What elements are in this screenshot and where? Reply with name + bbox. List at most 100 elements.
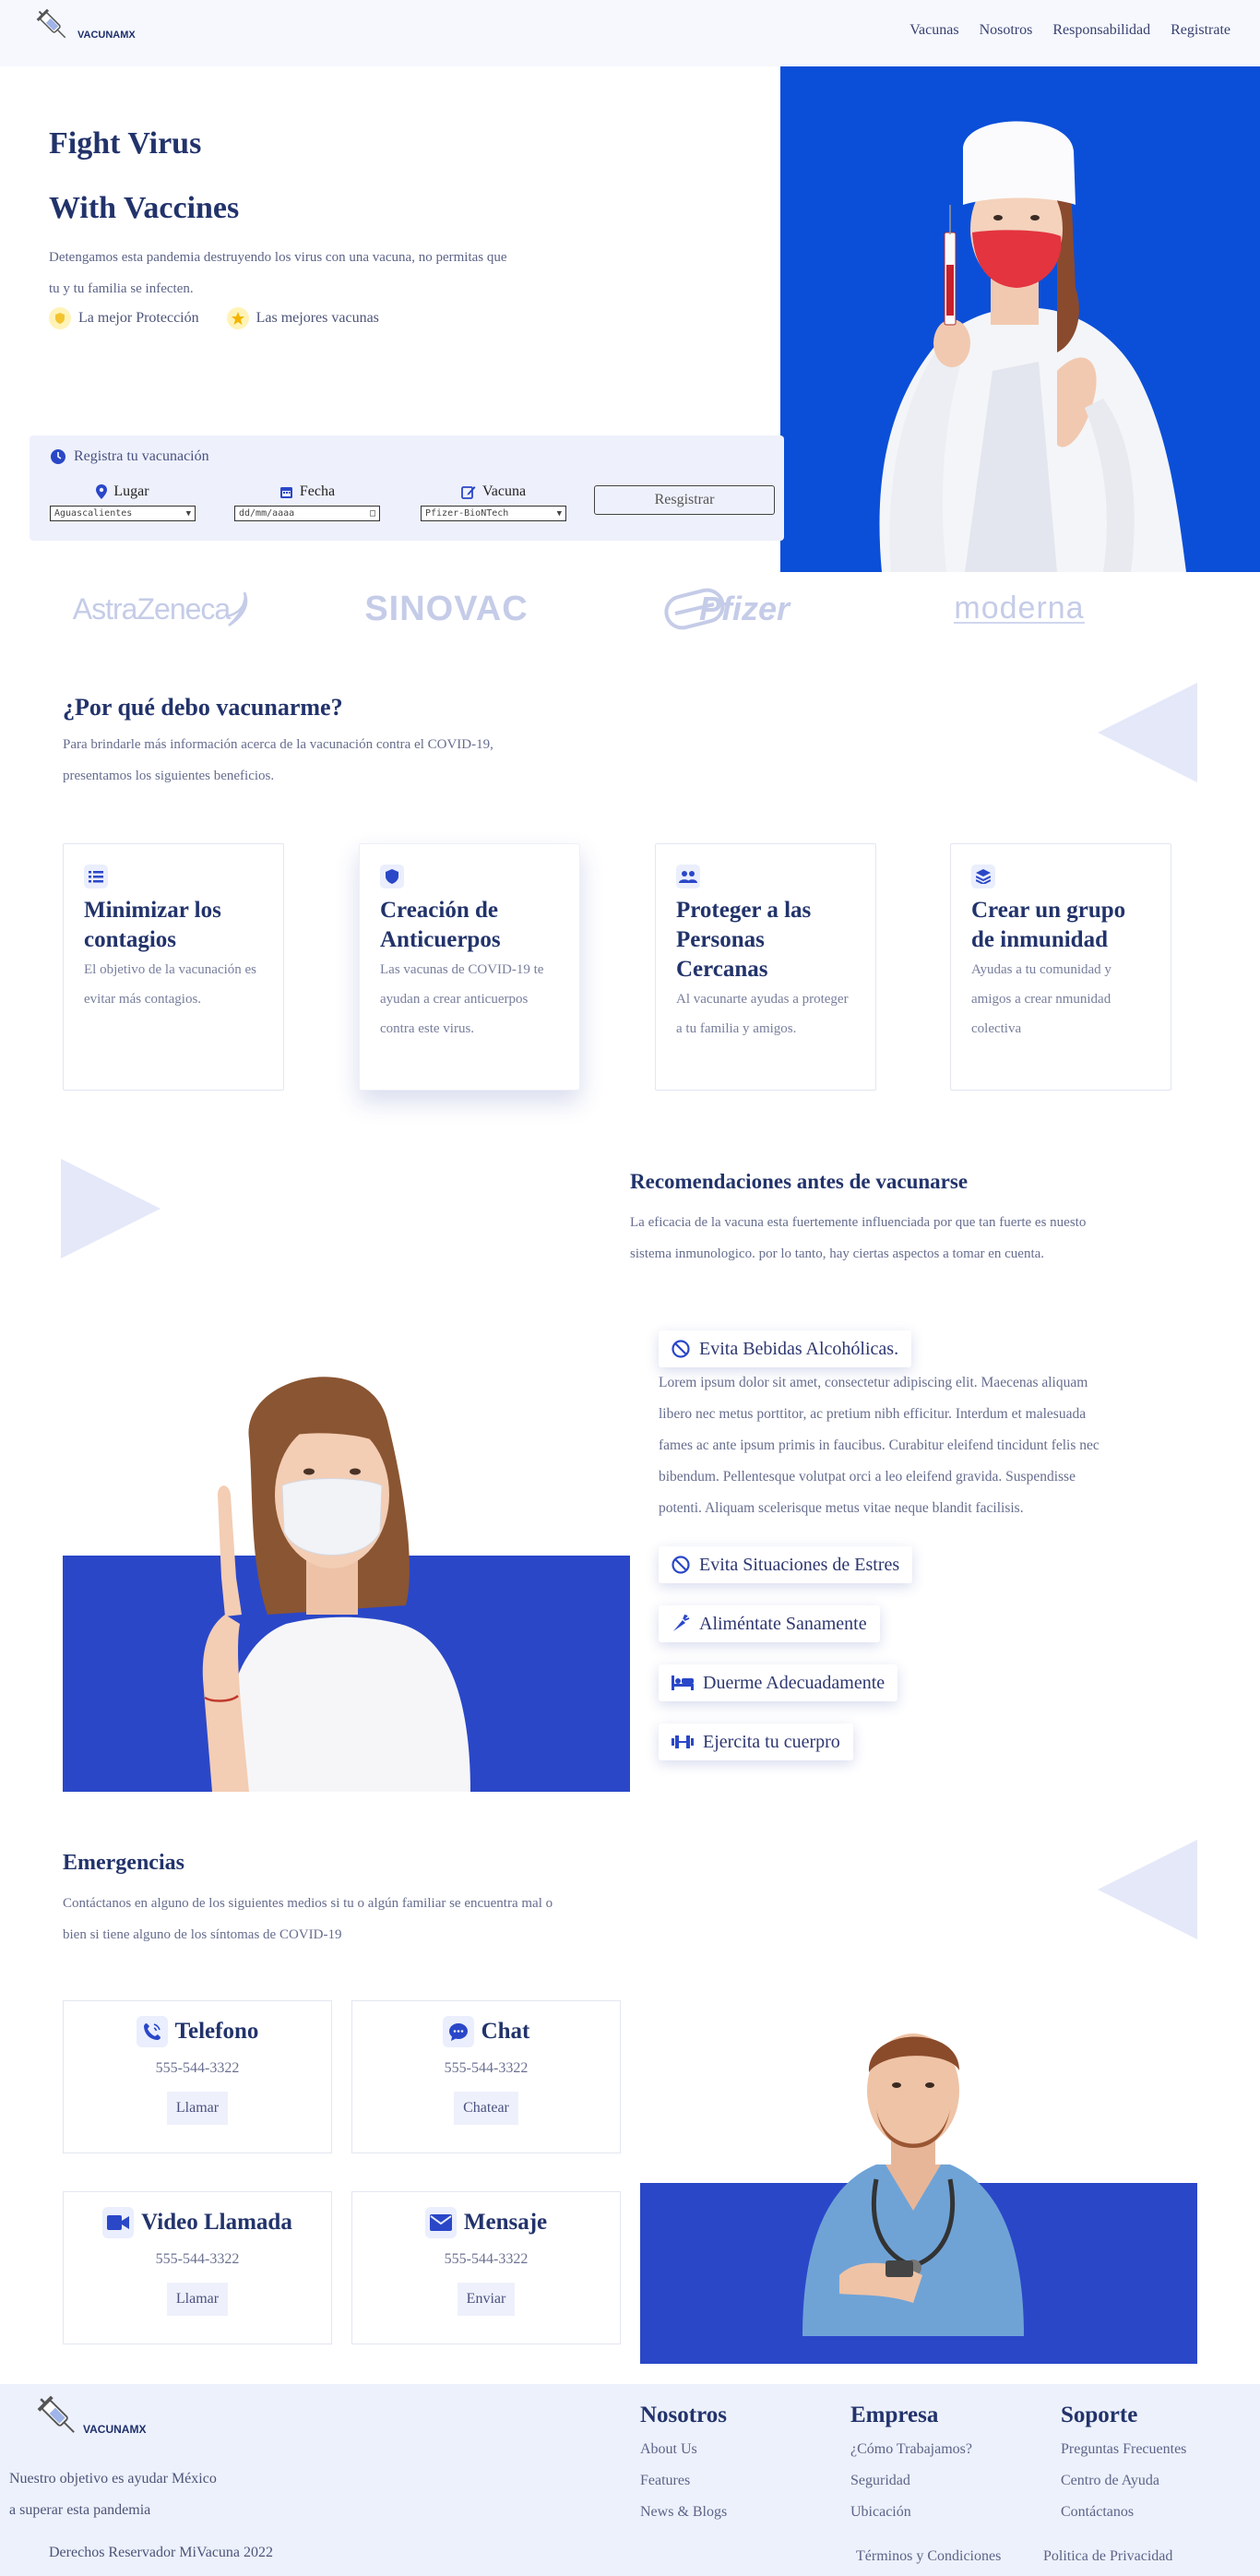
envelope-icon [424,2207,457,2238]
footer-tagline: Nuestro objetivo es ayudar México a supe… [9,2463,217,2526]
shield-icon [49,307,71,329]
footer-brand-logo[interactable]: VACUNAMX [33,2391,146,2443]
top-navigation-bar: VACUNAMX Vacunas Nosotros Responsabilida… [0,0,1260,66]
rec-item-eat-healthy[interactable]: Aliméntate Sanamente [659,1605,880,1642]
nav-link-nosotros[interactable]: Nosotros [980,22,1033,39]
vaccine-select[interactable]: Pfizer-BioNTech ▼ [421,506,566,521]
footer-link-faq[interactable]: Preguntas Frecuentes [1061,2434,1186,2465]
place-field-group: Lugar Aguascalientes ▼ [50,483,196,521]
recs-text-line2: sistema inmunologico. por lo tanto, hay … [630,1246,1045,1261]
rec-body-line: potenti. Aliquam scelerisque metus vitae… [659,1500,1024,1516]
footer-link-about[interactable]: About Us [640,2434,727,2465]
decorative-triangle-left [1098,1840,1197,1939]
emergency-section-text: Contáctanos en alguno de los siguientes … [63,1888,653,1950]
footer-link-security[interactable]: Seguridad [850,2465,972,2497]
benefit-card-antibodies: Creación de Anticuerpos Las vacunas de C… [359,843,580,1091]
contact-card-title: Mensaje [463,2210,548,2235]
booking-title: Registra tu vacunación [74,448,209,464]
chat-button[interactable]: Chatear [454,2092,518,2125]
footer-link-news[interactable]: News & Blogs [640,2497,727,2528]
footer-brand-name: VACUNAMX [83,2423,147,2436]
rec-item-avoid-stress[interactable]: Evita Situaciones de Estres [659,1546,913,1583]
why-section-title: ¿Por qué debo vacunarme? [63,694,343,721]
map-pin-icon [96,484,108,499]
brand-astrazeneca-logo: AstraZeneca [70,572,255,646]
hero-title-line2: With Vaccines [49,191,240,225]
benefit-card-title: Creación de Anticuerpos [380,898,501,952]
main-nav: Vacunas Nosotros Responsabilidad Registr… [909,22,1230,39]
ban-icon [672,1556,690,1574]
brand-pfizer-text: Pfizer [698,590,790,627]
nav-link-responsabilidad[interactable]: Responsabilidad [1052,22,1150,39]
emergency-text-line1: Contáctanos en alguno de los siguientes … [63,1896,553,1911]
syringe-logo-icon [36,8,66,39]
benefit-card-immunity: Crear un grupo de inmunidad Ayudas a tu … [950,843,1171,1091]
syringe-logo-icon [37,2395,75,2433]
rec-body-line: Lorem ipsum dolor sit amet, consectetur … [659,1375,1088,1390]
woman-masked-photo [184,1347,498,1792]
vaccine-select-value: Pfizer-BioNTech [425,508,509,519]
rec-item-exercise[interactable]: Ejercita tu cuerpro [659,1723,853,1760]
clock-icon [51,449,65,464]
place-select[interactable]: Aguascalientes ▼ [50,506,196,521]
footer-column-empresa: Empresa ¿Cómo Trabajamos? Seguridad Ubic… [850,2403,972,2528]
contact-card-header: Mensaje [424,2207,548,2238]
benefit-card-title: Crear un grupo de inmunidad [971,898,1126,952]
benefit-card-title: Minimizar los contagios [84,898,221,952]
rec-item-label: Ejercita tu cuerpro [703,1731,840,1752]
footer-tagline-line1: Nuestro objetivo es ayudar México [9,2471,217,2487]
contact-card-message: Mensaje 555-544-3322 Enviar [351,2191,621,2344]
video-call-button[interactable]: Llamar [166,2283,229,2316]
why-text-line1: Para brindarle más información acerca de… [63,737,493,752]
brand-moderna-logo: moderna [922,572,1116,646]
booking-header: Registra tu vacunación [50,448,764,465]
date-field-group: Fecha dd/mm/aaaa □ [234,483,380,521]
brand-sinovac-text: SINOVAC [364,589,529,628]
contact-card-number: 555-544-3322 [444,2251,529,2267]
chevron-down-icon: ▼ [185,508,191,519]
contact-card-header: Video Llamada [102,2207,292,2238]
nav-link-registrate[interactable]: Registrate [1171,22,1230,39]
star-icon [226,307,249,329]
register-button[interactable]: Resgistrar [594,485,775,515]
dumbbell-icon [672,1735,694,1748]
footer-link-location[interactable]: Ubicación [850,2497,972,2528]
hero-subtitle-line2: tu y tu familia se infecten. [49,281,194,296]
astrazeneca-swirl-icon [225,591,248,627]
date-input[interactable]: dd/mm/aaaa □ [234,506,380,521]
carrot-icon [673,1615,690,1631]
vaccine-field-group: Vacuna Pfizer-BioNTech ▼ [421,483,566,521]
badge-protection: La mejor Protección [49,307,199,329]
recs-text-line1: La eficacia de la vacuna esta fuertement… [630,1215,1087,1230]
shield-icon [380,865,404,888]
calendar-picker-icon[interactable]: □ [370,508,375,519]
vaccine-label: Vacuna [461,483,526,500]
footer-column-title: Soporte [1061,2403,1138,2427]
contact-card-phone: Telefono 555-544-3322 Llamar [63,2000,332,2153]
nav-link-vacunas[interactable]: Vacunas [909,22,958,39]
rec-item-sleep-well[interactable]: Duerme Adecuadamente [659,1664,898,1701]
footer-link-terms[interactable]: Términos y Condiciones [856,2541,1001,2572]
benefit-card-minimize: Minimizar los contagios El objetivo de l… [63,843,284,1091]
rec-item-body: Lorem ipsum dolor sit amet, consectetur … [659,1367,1212,1524]
rec-item-avoid-alcohol[interactable]: Evita Bebidas Alcohólicas. [659,1330,912,1367]
footer-link-how-we-work[interactable]: ¿Cómo Trabajamos? [850,2434,972,2465]
rec-item-label: Evita Bebidas Alcohólicas. [699,1338,899,1359]
footer-link-contact[interactable]: Contáctanos [1061,2497,1186,2528]
footer-column-nosotros: Nosotros About Us Features News & Blogs [640,2403,727,2528]
rec-body-line: bibendum. Pellentesque volutpat orci a l… [659,1469,1076,1485]
footer-link-features[interactable]: Features [640,2465,727,2497]
benefit-card-desc: El objetivo de la vacunación es evitar m… [84,962,257,1007]
users-icon [676,865,700,888]
call-button[interactable]: Llamar [166,2092,229,2125]
brand-logo[interactable]: VACUNAMX [33,6,136,46]
footer-link-privacy[interactable]: Politica de Privacidad [1043,2541,1172,2572]
brand-moderna-text: moderna [954,590,1085,626]
rec-body-line: libero nec metus porttitor, ac pretium n… [659,1406,1087,1422]
footer-link-help-center[interactable]: Centro de Ayuda [1061,2465,1186,2497]
footer-copyright: Derechos Reservador MiVacuna 2022 [49,2545,274,2560]
rec-item-label: Aliméntate Sanamente [699,1613,867,1634]
rec-body-line: fames ac ante ipsum primis in faucibus. … [659,1437,1100,1453]
send-message-button[interactable]: Enviar [457,2283,516,2316]
badge-protection-label: La mejor Protección [78,310,199,326]
